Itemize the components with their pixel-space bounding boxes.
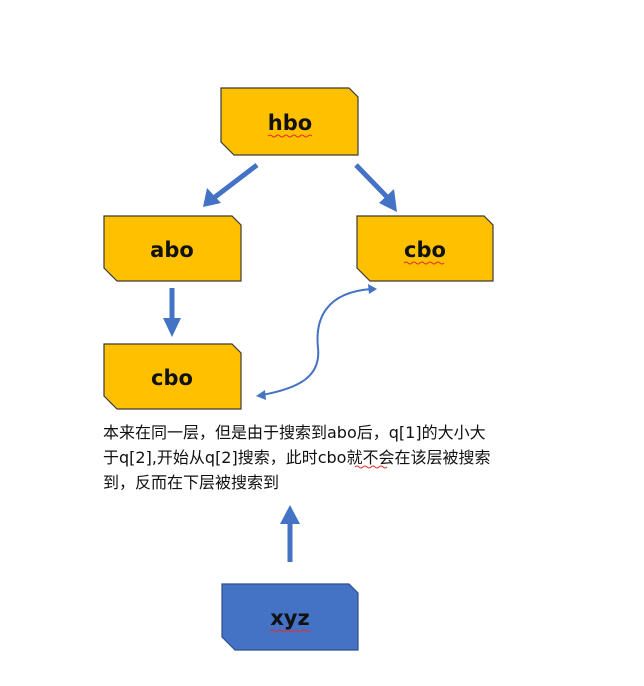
caption: 本来在同一层，但是由于搜索到abo后，q[1]的大小大 于q[2],开始从q[2… bbox=[103, 423, 490, 492]
node-xyz-label: xyz bbox=[270, 606, 309, 630]
node-hbo-label: hbo bbox=[268, 111, 312, 135]
node-abo: abo bbox=[103, 215, 242, 282]
arrow-hbo-to-abo bbox=[213, 163, 259, 199]
node-hbo: hbo bbox=[220, 87, 359, 156]
caption-line-2: 于q[2],开始从q[2]搜索，此时cbo就不会在该层被搜索 bbox=[103, 448, 490, 467]
node-abo-label: abo bbox=[150, 238, 194, 262]
arrow-hbo-to-cbo bbox=[354, 163, 389, 199]
node-xyz: xyz bbox=[221, 583, 359, 651]
arrowhead-icon bbox=[368, 284, 377, 294]
caption-line-1: 本来在同一层，但是由于搜索到abo后，q[1]的大小大 bbox=[103, 423, 486, 442]
search-tree-diagram: hbo abo cbo cbo xyz 本来在同一层，但是由于搜索到abo后，q… bbox=[103, 87, 494, 651]
arrowhead-icon bbox=[163, 318, 181, 337]
arrowhead-icon bbox=[280, 505, 300, 524]
caption-line-3: 到，反而在下层被搜索到 bbox=[103, 473, 279, 492]
node-cbo-right: cbo bbox=[356, 215, 494, 282]
node-cbo-right-label: cbo bbox=[404, 238, 446, 262]
arrowhead-icon bbox=[256, 390, 266, 400]
node-cbo-lower-label: cbo bbox=[151, 366, 193, 390]
node-cbo-lower: cbo bbox=[103, 343, 242, 410]
curved-connector bbox=[261, 288, 373, 396]
